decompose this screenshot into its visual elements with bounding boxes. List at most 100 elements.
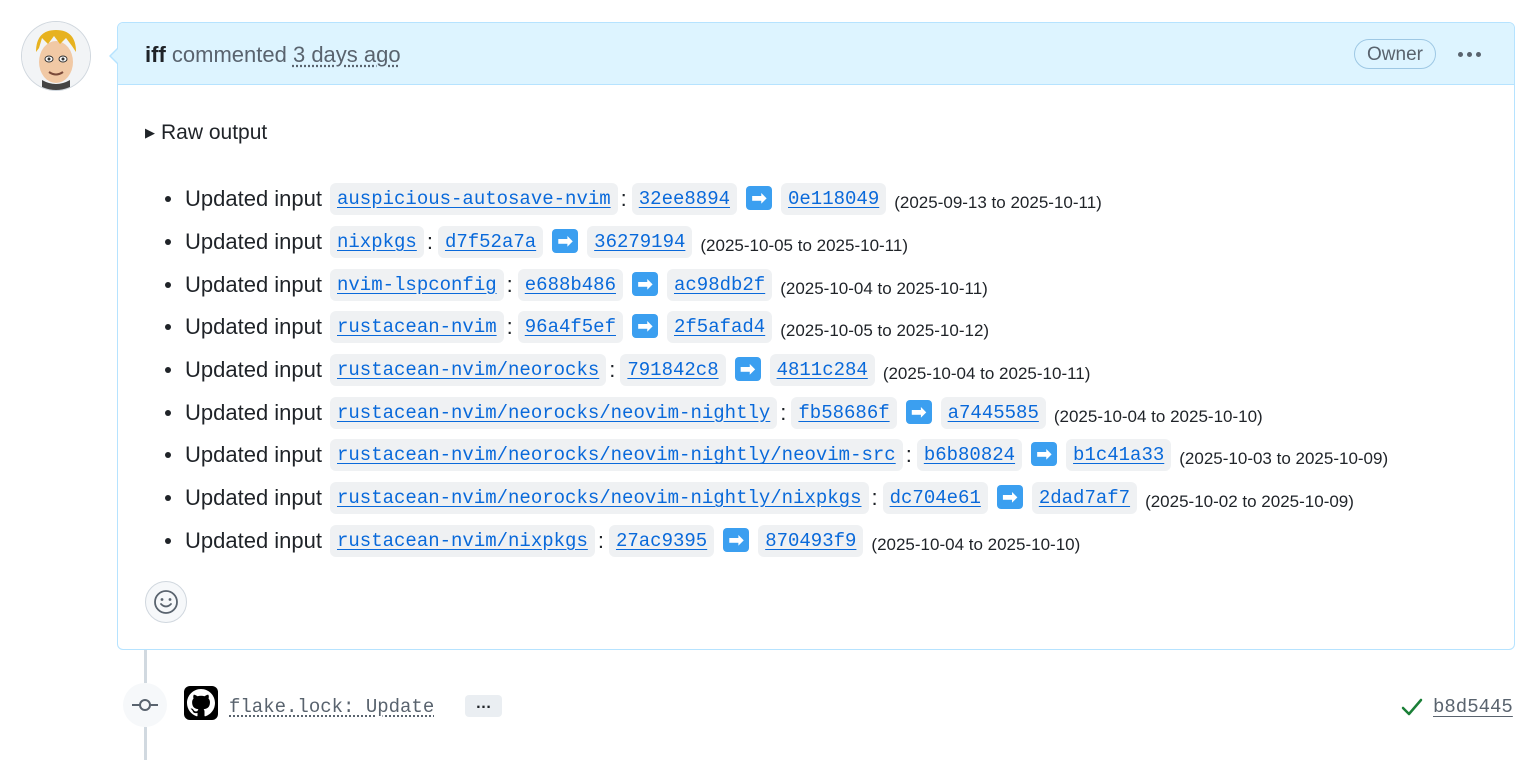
to-rev-link[interactable]: 870493f9 <box>758 524 864 557</box>
right-arrow-icon: ➡ <box>1031 442 1058 467</box>
right-arrow-icon: ➡ <box>996 485 1023 510</box>
github-logo-icon[interactable] <box>184 686 218 720</box>
colon-separator: : <box>620 186 627 212</box>
to-rev-link[interactable]: a7445585 <box>940 396 1046 429</box>
right-arrow-icon: ➡ <box>746 186 772 211</box>
compare-link[interactable]: ➡ <box>714 527 758 554</box>
from-rev-link[interactable]: e688b486 <box>517 268 623 301</box>
to-rev-link[interactable]: b1c41a33 <box>1066 439 1172 472</box>
colon-separator: : <box>597 527 604 553</box>
date-range: (2025-10-04 to 2025-10-11) <box>882 364 1091 384</box>
comment-header: iff commented 3 days ago Owner <box>118 23 1514 85</box>
update-prefix: Updated input <box>185 271 322 297</box>
owner-badge: Owner <box>1354 39 1436 69</box>
update-prefix: Updated input <box>185 314 322 340</box>
git-commit-icon <box>123 683 167 727</box>
compare-link[interactable]: ➡ <box>623 271 667 298</box>
timeline-line <box>144 727 147 760</box>
date-range: (2025-10-05 to 2025-10-12) <box>780 321 990 341</box>
update-item: Updated input rustacean-nvim/neorocks/neo… <box>165 434 1388 477</box>
bullet <box>165 196 171 203</box>
to-rev-link[interactable]: 2dad7af7 <box>1031 482 1138 515</box>
right-arrow-icon: ➡ <box>552 229 579 254</box>
comment-time[interactable]: 3 days ago <box>293 42 401 67</box>
input-link[interactable]: nvim-lspconfig <box>330 268 504 301</box>
update-prefix: Updated input <box>185 229 322 255</box>
colon-separator: : <box>609 357 616 383</box>
from-rev-link[interactable]: fb58686f <box>791 396 897 429</box>
date-range: (2025-10-03 to 2025-10-09) <box>1179 449 1389 469</box>
update-prefix: Updated input <box>185 186 322 212</box>
update-item: Updated input rustacean-nvim:96a4f5ef ➡ 2f5… <box>165 306 1388 349</box>
author-avatar[interactable] <box>22 22 90 90</box>
update-item: Updated input rustacean-nvim/nixpkgs:27ac… <box>165 520 1388 563</box>
from-rev-link[interactable]: d7f52a7a <box>437 226 544 259</box>
input-link[interactable]: rustacean-nvim/neorocks <box>330 354 607 387</box>
from-rev-link[interactable]: 27ac9395 <box>608 524 715 557</box>
right-arrow-icon: ➡ <box>631 314 658 339</box>
to-rev-link[interactable]: 2f5afad4 <box>666 311 773 344</box>
bullet <box>165 324 171 331</box>
input-link[interactable]: rustacean-nvim/neorocks/neovim-nightly/n… <box>330 439 903 472</box>
add-reaction-button[interactable] <box>145 581 187 623</box>
compare-link[interactable]: ➡ <box>897 399 941 426</box>
input-link[interactable]: auspicious-autosave-nvim <box>330 183 618 216</box>
from-rev-link[interactable]: 791842c8 <box>620 354 726 387</box>
update-item: Updated input rustacean-nvim/neorocks/neo… <box>165 477 1388 520</box>
update-prefix: Updated input <box>185 485 322 511</box>
check-icon[interactable] <box>1401 697 1423 717</box>
compare-link[interactable]: ➡ <box>737 186 781 212</box>
commit-sha[interactable]: b8d5445 <box>1433 696 1513 718</box>
triangle-right-icon: ▶ <box>145 125 155 140</box>
colon-separator: : <box>905 442 912 468</box>
from-rev-link[interactable]: dc704e61 <box>882 482 988 515</box>
updates-list: Updated input auspicious-autosave-nvim:32… <box>165 178 1388 562</box>
expand-commit-button[interactable]: … <box>465 695 502 717</box>
to-rev-link[interactable]: 36279194 <box>587 226 693 259</box>
update-prefix: Updated input <box>185 357 322 383</box>
date-range: (2025-10-04 to 2025-10-10) <box>871 534 1081 554</box>
commit-message[interactable]: flake.lock: Update <box>229 696 434 718</box>
colon-separator: : <box>506 271 513 297</box>
compare-link[interactable]: ➡ <box>1022 442 1066 468</box>
right-arrow-icon: ➡ <box>631 271 658 296</box>
input-link[interactable]: rustacean-nvim/neorocks/neovim-nightly <box>330 396 778 429</box>
bullet <box>165 495 171 502</box>
raw-output-label: Raw output <box>161 121 268 144</box>
update-prefix: Updated input <box>185 527 322 553</box>
bullet <box>165 452 171 459</box>
update-item: Updated input nixpkgs: d7f52a7a ➡ 36279194 (2… <box>165 221 1388 264</box>
input-link[interactable]: nixpkgs <box>330 226 424 259</box>
from-rev-link[interactable]: 32ee8894 <box>631 183 737 216</box>
date-range: (2025-09-13 to 2025-10-11) <box>894 193 1102 213</box>
date-range: (2025-10-04 to 2025-10-10) <box>1053 406 1263 426</box>
input-link[interactable]: rustacean-nvim/neorocks/neovim-nightly/n… <box>330 482 869 515</box>
raw-output-toggle[interactable]: ▶ Raw output <box>145 121 267 145</box>
from-rev-link[interactable]: b6b80824 <box>916 439 1023 472</box>
right-arrow-icon: ➡ <box>905 399 932 424</box>
comment-box: iff commented 3 days ago Owner ▶ Raw outp… <box>109 22 1515 650</box>
update-item: Updated input rustacean-nvim/neorocks/neo… <box>165 391 1388 434</box>
update-prefix: Updated input <box>185 399 322 425</box>
colon-separator: : <box>426 229 433 255</box>
timeline-line <box>144 650 147 683</box>
update-item: Updated input auspicious-autosave-nvim:32… <box>165 178 1388 221</box>
author-name[interactable]: iff <box>145 42 166 67</box>
update-item: Updated input rustacean-nvim/neorocks:791… <box>165 349 1388 392</box>
compare-link[interactable]: ➡ <box>726 357 770 383</box>
compare-link[interactable]: ➡ <box>543 229 587 255</box>
input-link[interactable]: rustacean-nvim/nixpkgs <box>330 524 595 557</box>
comment-meta: iff commented 3 days ago <box>145 42 401 68</box>
input-link[interactable]: rustacean-nvim <box>330 311 504 344</box>
to-rev-link[interactable]: 4811c284 <box>769 354 875 387</box>
compare-link[interactable]: ➡ <box>988 485 1032 511</box>
from-rev-link[interactable]: 96a4f5ef <box>517 311 623 344</box>
compare-link[interactable]: ➡ <box>623 314 667 340</box>
to-rev-link[interactable]: 0e118049 <box>781 183 887 216</box>
date-range: (2025-10-04 to 2025-10-11) <box>780 278 988 298</box>
kebab-horizontal-icon[interactable] <box>1453 41 1485 67</box>
bullet <box>165 367 171 374</box>
bullet <box>165 537 171 544</box>
colon-separator: : <box>780 399 787 425</box>
to-rev-link[interactable]: ac98db2f <box>666 268 773 301</box>
